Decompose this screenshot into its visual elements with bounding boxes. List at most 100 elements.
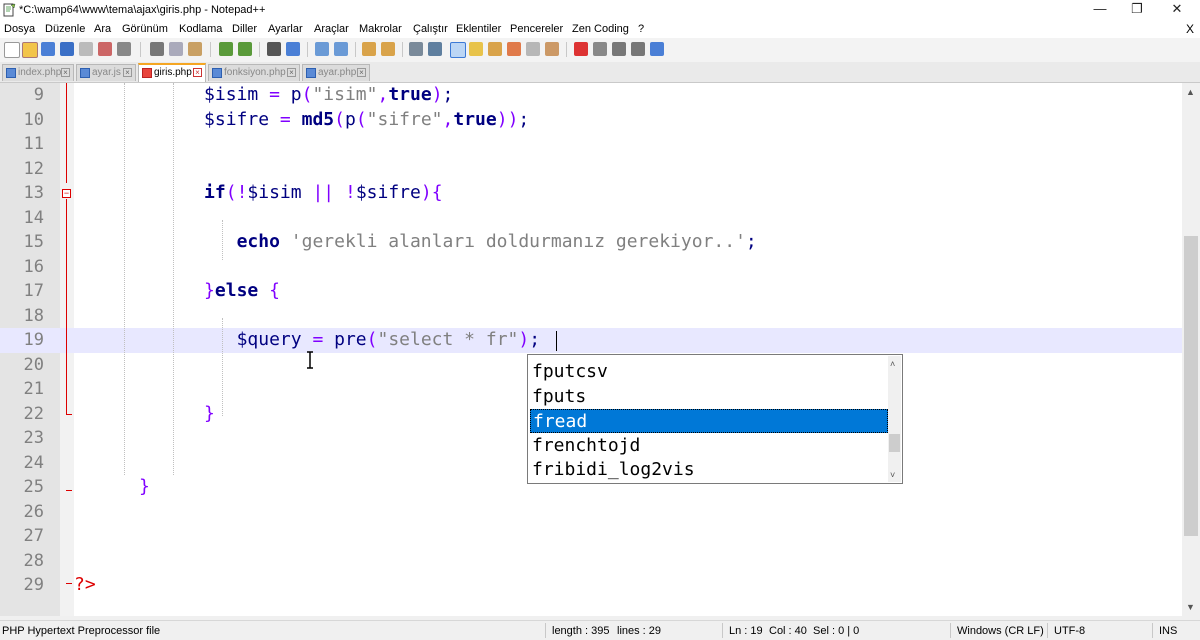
scroll-down-icon[interactable]: ▼: [1186, 602, 1195, 612]
status-encoding[interactable]: UTF-8: [1054, 625, 1085, 637]
tab-index-php[interactable]: index.php ×: [2, 64, 74, 81]
menu-eklentiler[interactable]: Eklentiler: [456, 23, 501, 35]
autocomplete-item[interactable]: fputcsv: [530, 360, 888, 384]
word-wrap-icon[interactable]: [409, 42, 423, 56]
close-all-icon[interactable]: [98, 42, 112, 56]
menu-ayarlar[interactable]: Ayarlar: [268, 23, 303, 35]
menu-duzenle[interactable]: Düzenle: [45, 23, 85, 35]
menu-help[interactable]: ?: [638, 23, 644, 35]
open-file-icon[interactable]: [22, 42, 38, 58]
fold-end: [66, 583, 72, 584]
new-file-icon[interactable]: [4, 42, 20, 58]
autocomplete-item[interactable]: frenchtojd: [530, 434, 888, 458]
menu-araclar[interactable]: Araçlar: [314, 23, 349, 35]
save-icon[interactable]: [41, 42, 55, 56]
autocomplete-item[interactable]: fribidi_log2vis: [530, 458, 888, 482]
undo-icon[interactable]: [219, 42, 233, 56]
status-eol[interactable]: Windows (CR LF): [957, 625, 1044, 637]
code-line[interactable]: 19 $query = pre("select * fr");: [0, 328, 1182, 353]
record-macro-icon[interactable]: [574, 42, 588, 56]
tab-close-icon[interactable]: ×: [123, 68, 132, 77]
code-text: echo 'gerekli alanları doldurmanız gerek…: [236, 231, 757, 252]
paste-icon[interactable]: [188, 42, 202, 56]
autocomplete-scroll-thumb[interactable]: [889, 434, 900, 452]
chevron-up-icon[interactable]: ˄: [890, 359, 895, 369]
sync-vertical-icon[interactable]: [362, 42, 376, 56]
fold-line: [66, 199, 67, 414]
menu-zen-coding[interactable]: Zen Coding: [572, 23, 629, 35]
tab-close-icon[interactable]: ×: [193, 68, 202, 77]
code-editor[interactable]: 9 $isim = p("isim",true); 10 $sifre = md5…: [0, 83, 1182, 616]
code-line[interactable]: 26: [0, 500, 1182, 525]
code-line[interactable]: 9 $isim = p("isim",true);: [0, 83, 1182, 108]
menu-kodlama[interactable]: Kodlama: [179, 23, 222, 35]
menu-ara[interactable]: Ara: [94, 23, 111, 35]
line-number: 9: [33, 85, 44, 105]
folder-workspace-icon[interactable]: [526, 42, 540, 56]
zoom-in-icon[interactable]: [315, 42, 329, 56]
save-macro-icon[interactable]: [650, 42, 664, 56]
scroll-thumb[interactable]: [1184, 236, 1198, 536]
line-number: 24: [23, 452, 44, 473]
print-icon[interactable]: [117, 42, 131, 56]
menu-calistir[interactable]: Çalıştır: [413, 23, 448, 35]
code-line[interactable]: 10 $sifre = md5(p("sifre",true));: [0, 108, 1182, 133]
close-button[interactable]: ✕: [1154, 0, 1200, 20]
scroll-up-icon[interactable]: ▲: [1186, 87, 1195, 97]
doc-map-icon[interactable]: [488, 42, 502, 56]
autocomplete-item-selected[interactable]: fread: [530, 409, 888, 433]
chevron-down-icon[interactable]: ˅: [890, 470, 895, 480]
tab-fonksiyon-php[interactable]: fonksiyon.php ×: [208, 64, 300, 81]
vertical-scrollbar[interactable]: ▲ ▼: [1182, 83, 1200, 616]
code-line[interactable]: 13 if(!$isim || !$sifre){: [0, 181, 1182, 206]
close-document-icon[interactable]: X: [1186, 22, 1194, 36]
close-file-icon[interactable]: [79, 42, 93, 56]
indent-guide-icon[interactable]: [450, 42, 466, 58]
tab-close-icon[interactable]: ×: [287, 68, 296, 77]
file-saved-icon: [306, 68, 316, 78]
replace-icon[interactable]: [286, 42, 300, 56]
language-icon[interactable]: [469, 42, 483, 56]
fold-collapse-icon[interactable]: −: [62, 189, 71, 198]
code-line[interactable]: 14: [0, 206, 1182, 231]
redo-icon[interactable]: [238, 42, 252, 56]
autocomplete-scrollbar[interactable]: ˄ ˅: [888, 356, 901, 482]
play-macro-icon[interactable]: [612, 42, 626, 56]
code-line[interactable]: 17 }else {: [0, 279, 1182, 304]
file-saved-icon: [6, 68, 16, 78]
code-line[interactable]: 16: [0, 255, 1182, 280]
copy-icon[interactable]: [169, 42, 183, 56]
function-list-icon[interactable]: [507, 42, 521, 56]
cut-icon[interactable]: [150, 42, 164, 56]
line-number: 15: [23, 232, 44, 252]
show-all-chars-icon[interactable]: [428, 42, 442, 56]
code-line[interactable]: 29 ?>: [0, 573, 1182, 598]
menu-pencereler[interactable]: Pencereler: [510, 23, 563, 35]
sync-horizontal-icon[interactable]: [381, 42, 395, 56]
menu-diller[interactable]: Diller: [232, 23, 257, 35]
monitoring-icon[interactable]: [545, 42, 559, 56]
menu-makrolar[interactable]: Makrolar: [359, 23, 402, 35]
code-line[interactable]: 15 echo 'gerekli alanları doldurmanız ge…: [0, 230, 1182, 255]
run-macro-multiple-icon[interactable]: [631, 42, 645, 56]
menu-dosya[interactable]: Dosya: [4, 23, 35, 35]
tab-close-icon[interactable]: ×: [357, 68, 366, 77]
tab-ayar-php[interactable]: ayar.php ×: [302, 64, 370, 81]
tab-close-icon[interactable]: ×: [61, 68, 70, 77]
tab-giris-php[interactable]: giris.php ×: [138, 63, 206, 82]
code-line[interactable]: 11: [0, 132, 1182, 157]
zoom-out-icon[interactable]: [334, 42, 348, 56]
code-line[interactable]: 12: [0, 157, 1182, 182]
save-all-icon[interactable]: [60, 42, 74, 56]
tab-ayar-js[interactable]: ayar.js ×: [76, 64, 136, 81]
autocomplete-popup[interactable]: fputcsv fputs fread frenchtojd fribidi_l…: [527, 354, 903, 484]
code-line[interactable]: 27: [0, 524, 1182, 549]
find-icon[interactable]: [267, 42, 281, 56]
stop-macro-icon[interactable]: [593, 42, 607, 56]
code-line[interactable]: 18: [0, 304, 1182, 329]
autocomplete-item[interactable]: fputs: [530, 385, 888, 409]
mouse-ibeam-cursor-icon: [307, 351, 313, 369]
fold-end: [66, 490, 72, 491]
menu-gorunum[interactable]: Görünüm: [122, 23, 168, 35]
code-line[interactable]: 28: [0, 549, 1182, 574]
